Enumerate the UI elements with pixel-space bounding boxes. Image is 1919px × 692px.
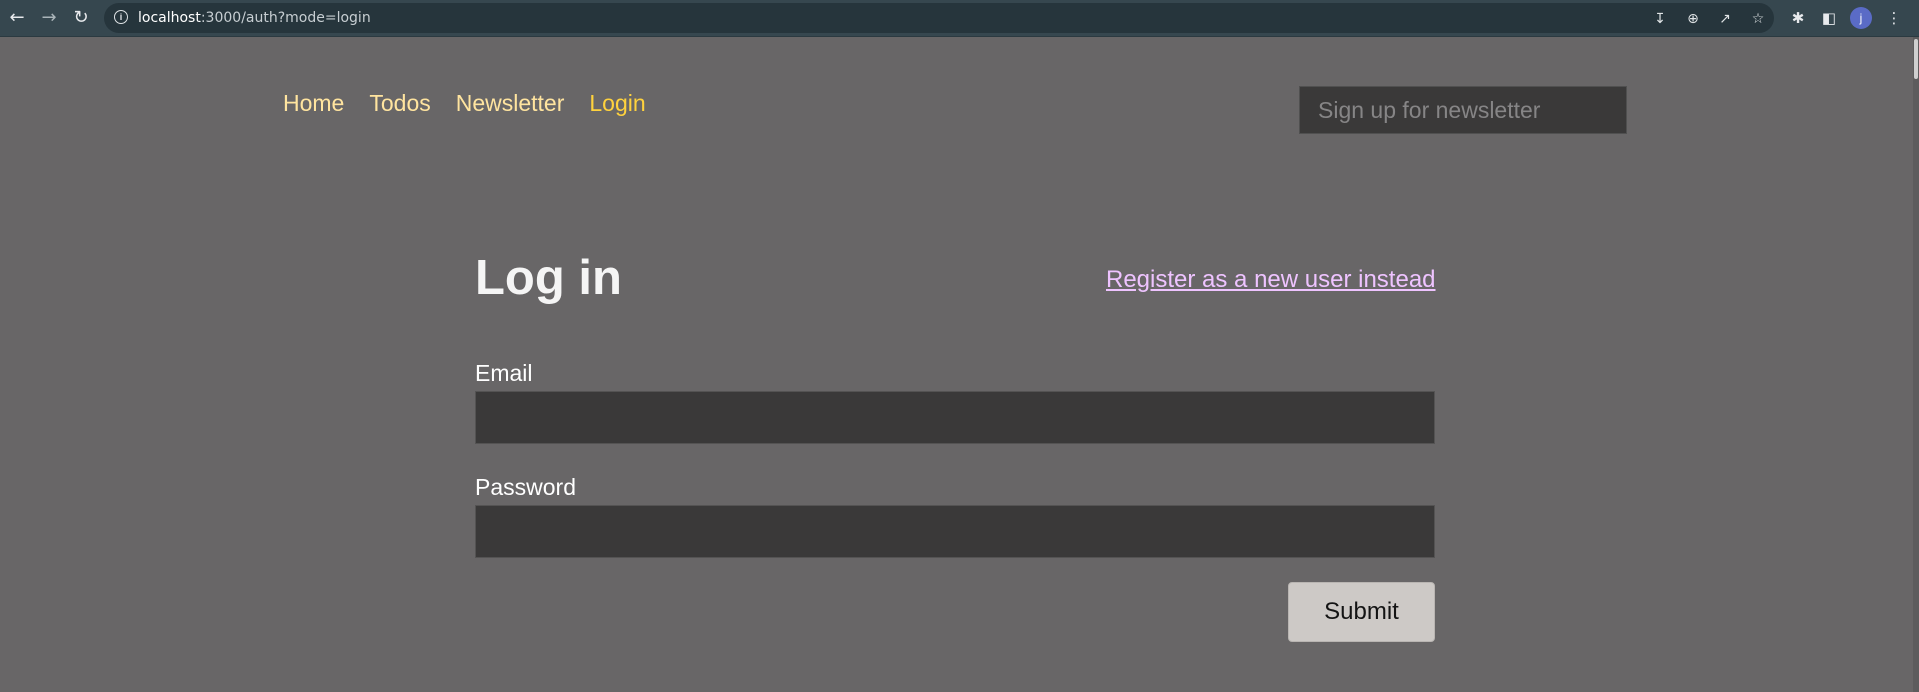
scrollbar[interactable]	[1913, 37, 1919, 692]
url-text[interactable]: localhost:3000/auth?mode=login	[138, 10, 371, 26]
info-icon[interactable]: i	[114, 10, 128, 24]
star-icon[interactable]: ☆	[1749, 10, 1767, 28]
nav-link-home[interactable]: Home	[283, 90, 344, 117]
email-field[interactable]	[475, 391, 1435, 444]
register-instead-link[interactable]: Register as a new user instead	[1106, 266, 1436, 294]
forward-arrow-icon[interactable]: →	[36, 5, 62, 31]
address-bar[interactable]: i localhost:3000/auth?mode=login ↧ ⊕ ↗ ☆	[104, 3, 1774, 33]
avatar[interactable]: j	[1850, 7, 1872, 29]
password-label: Password	[475, 474, 576, 500]
password-field[interactable]	[475, 505, 1435, 558]
nav-link-login[interactable]: Login	[589, 90, 645, 117]
menu-dots-icon[interactable]: ⋮	[1883, 7, 1905, 29]
install-icon[interactable]: ↧	[1651, 10, 1669, 28]
browser-toolbar: ← → ↻ i localhost:3000/auth?mode=login ↧…	[0, 0, 1919, 37]
newsletter-signup-input[interactable]	[1299, 86, 1627, 134]
extensions-icon[interactable]: ✱	[1787, 7, 1809, 29]
reload-icon[interactable]: ↻	[68, 5, 94, 31]
nav-link-newsletter[interactable]: Newsletter	[456, 90, 565, 117]
email-label: Email	[475, 360, 533, 386]
main-nav: Home Todos Newsletter Login	[283, 90, 646, 117]
scrollbar-thumb[interactable]	[1914, 39, 1918, 79]
back-arrow-icon[interactable]: ←	[4, 5, 30, 31]
page-title: Log in	[475, 251, 622, 305]
share-icon[interactable]: ↗	[1716, 10, 1734, 28]
nav-link-todos[interactable]: Todos	[369, 90, 430, 117]
zoom-icon[interactable]: ⊕	[1684, 10, 1702, 28]
side-panel-icon[interactable]: ◧	[1818, 7, 1840, 29]
submit-button[interactable]: Submit	[1288, 582, 1435, 642]
